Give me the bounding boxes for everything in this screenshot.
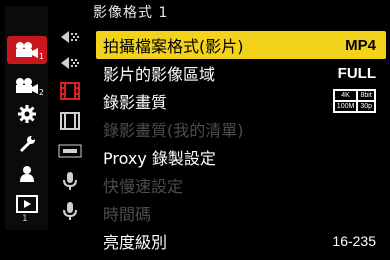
wrench-icon — [19, 136, 35, 153]
arrow-left-icon — [61, 31, 79, 43]
badge-resolution: 4K — [333, 90, 358, 101]
category-setup[interactable] — [5, 100, 48, 128]
movie-camera-icon — [16, 42, 38, 58]
menu-item-luminance-level[interactable]: 亮度級別 16-235 — [96, 227, 386, 255]
camera-menu-screen: 影像格式 1 1 2 1 拍攝檔案格式(影片) MP4 影片的影像區域 FULL… — [0, 0, 390, 260]
menu-title: 影像格式 1 — [93, 5, 169, 21]
badge-bit-depth: 8bit — [357, 90, 375, 101]
subtab-column — [52, 24, 88, 234]
menu-item-rec-file-format[interactable]: 拍攝檔案格式(影片) MP4 — [96, 31, 386, 59]
menu-item-label: 亮度級別 — [103, 233, 168, 252]
subtab-6[interactable] — [52, 168, 88, 194]
category-video-2[interactable]: 2 — [5, 72, 48, 100]
focus-icon — [58, 144, 82, 158]
menu-item-rec-quality[interactable]: 錄影畫質 4K 8bit 100M 30p — [96, 87, 386, 115]
film-strip-icon — [60, 112, 80, 130]
subtab-7[interactable] — [52, 198, 88, 224]
subtab-5[interactable] — [52, 138, 88, 164]
category-badge: 2 — [38, 88, 44, 97]
gear-icon — [17, 105, 36, 123]
category-my-menu[interactable] — [5, 160, 48, 188]
badge-bitrate: 100M — [333, 101, 358, 112]
menu-item-value: FULL — [337, 64, 376, 82]
menu-item-proxy-recording[interactable]: Proxy 錄製設定 — [96, 143, 386, 171]
playback-icon — [15, 195, 38, 213]
category-badge: 1 — [38, 52, 44, 61]
page-number: 1 — [22, 214, 28, 224]
film-strip-red-icon — [60, 82, 80, 100]
menu-item-value: 16-235 — [332, 233, 376, 249]
subtab-1[interactable] — [52, 24, 88, 50]
menu-item-label: 錄影畫質(我的清單) — [103, 121, 244, 140]
menu-item-label: 拍攝檔案格式(影片) — [103, 37, 244, 56]
category-video-1[interactable]: 1 — [7, 36, 47, 64]
menu-item-value: MP4 — [345, 36, 376, 54]
arrow-left-icon — [61, 57, 79, 69]
menu-item-label: 快慢速設定 — [103, 177, 184, 196]
category-column: 1 2 — [5, 6, 48, 230]
menu-item-rec-quality-my-list[interactable]: 錄影畫質(我的清單) — [96, 115, 386, 143]
menu-item-time-code[interactable]: 時間碼 — [96, 199, 386, 227]
subtab-4[interactable] — [52, 108, 88, 134]
person-icon — [19, 166, 34, 182]
category-tools[interactable] — [5, 130, 48, 158]
menu-item-label: 影片的影像區域 — [103, 65, 216, 84]
menu-item-label: 錄影畫質 — [103, 93, 168, 112]
subtab-3-active[interactable] — [52, 78, 88, 104]
menu-item-label: 時間碼 — [103, 205, 152, 224]
microphone-icon — [63, 202, 77, 220]
menu-item-image-area[interactable]: 影片的影像區域 FULL — [96, 59, 386, 87]
subtab-2[interactable] — [52, 50, 88, 76]
badge-frame-rate: 30p — [357, 101, 375, 112]
microphone-icon — [63, 172, 77, 190]
movie-camera-icon — [15, 78, 38, 94]
menu-item-slow-quick[interactable]: 快慢速設定 — [96, 171, 386, 199]
menu-item-label: Proxy 錄製設定 — [103, 149, 216, 168]
rec-quality-badge: 4K 8bit 100M 30p — [332, 89, 376, 113]
